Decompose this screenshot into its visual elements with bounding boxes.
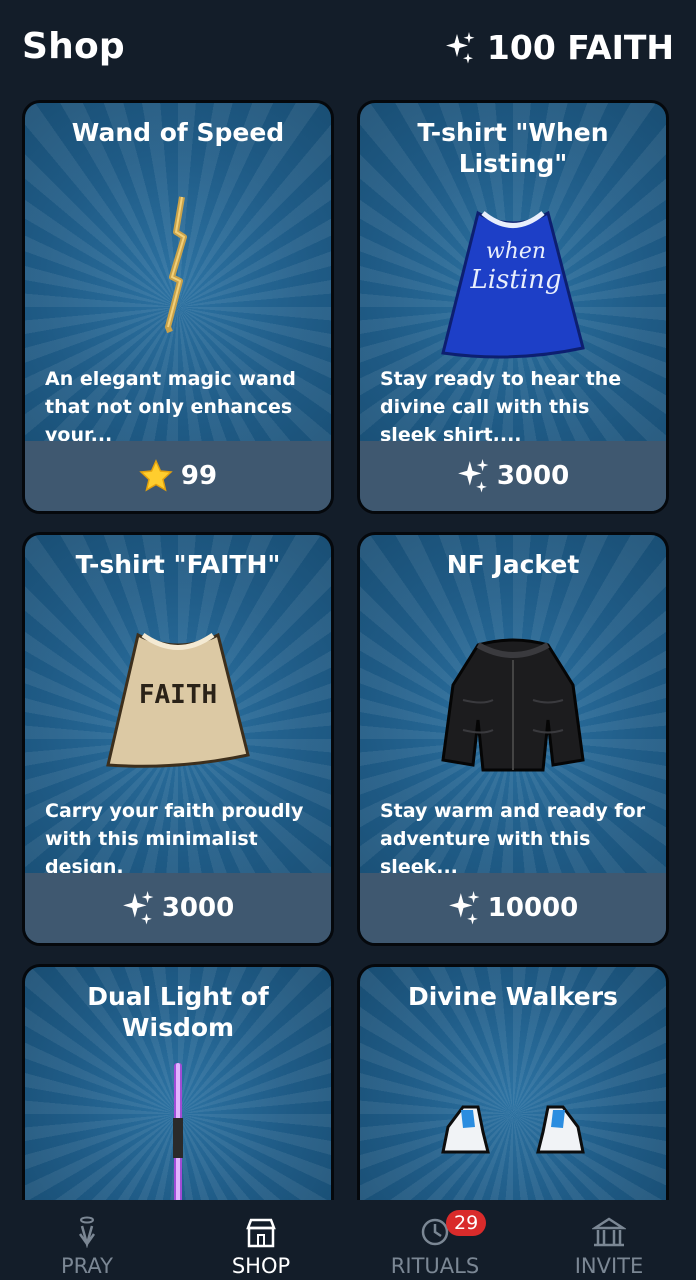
nav-label-rituals: RITUALS xyxy=(390,1254,480,1278)
svg-text:Listing: Listing xyxy=(469,265,561,295)
item-price[interactable]: 3000 xyxy=(25,873,331,943)
price-value: 3000 xyxy=(496,461,570,491)
pray-icon xyxy=(78,1216,96,1248)
item-name: Wand of Speed xyxy=(71,118,285,147)
shop-item-tshirt-when-listing[interactable]: T-shirt "When Listing" when Listing Stay… xyxy=(357,100,669,514)
item-description: Stay ready to hear the divine call with … xyxy=(380,368,622,446)
tshirt-faith-image: FAITH xyxy=(25,605,331,795)
tshirt-when-listing-image: when Listing xyxy=(360,203,666,363)
shop-item-tshirt-faith[interactable]: T-shirt "FAITH" FAITH Carry your faith p… xyxy=(22,532,334,946)
price-value: 3000 xyxy=(161,893,235,923)
page-title: Shop xyxy=(22,26,125,67)
shop-icon xyxy=(246,1218,276,1248)
item-price[interactable]: 99 xyxy=(25,441,331,511)
bottom-nav: PRAY SHOP 29 RITUALS INVITE xyxy=(0,1200,696,1280)
temple-icon xyxy=(592,1217,626,1247)
sparkle-icon xyxy=(457,459,489,493)
dual-light-image xyxy=(25,1063,331,1203)
item-name: T-shirt "FAITH" xyxy=(75,550,281,579)
rituals-badge: 29 xyxy=(446,1210,487,1236)
star-icon xyxy=(139,459,173,492)
walkers-image xyxy=(360,1077,666,1177)
sparkle-icon xyxy=(122,891,154,925)
nav-rituals[interactable]: 29 RITUALS xyxy=(348,1200,522,1280)
sparkle-icon xyxy=(445,31,475,63)
item-description: An elegant magic wand that not only enha… xyxy=(45,368,296,446)
nav-invite[interactable]: INVITE xyxy=(522,1200,696,1280)
faith-balance-label: 100 FAITH xyxy=(486,28,674,67)
price-value: 10000 xyxy=(487,893,579,923)
sparkle-icon xyxy=(448,891,480,925)
nav-pray[interactable]: PRAY xyxy=(0,1200,174,1280)
price-value: 99 xyxy=(180,461,218,491)
item-name: Dual Light of Wisdom xyxy=(87,982,269,1042)
item-price[interactable]: 10000 xyxy=(360,873,666,943)
item-name: NF Jacket xyxy=(446,550,580,579)
top-bar: Shop 100 FAITH xyxy=(0,0,696,100)
shop-item-nf-jacket[interactable]: NF Jacket Stay warm and ready for advent… xyxy=(357,532,669,946)
item-price[interactable]: 3000 xyxy=(360,441,666,511)
nav-label-invite: INVITE xyxy=(574,1254,644,1278)
faith-balance[interactable]: 100 FAITH xyxy=(445,28,674,67)
item-description: Stay warm and ready for adventure with t… xyxy=(380,800,646,878)
svg-text:when: when xyxy=(486,239,546,264)
nav-label-shop: SHOP xyxy=(231,1254,291,1278)
item-name: T-shirt "When Listing" xyxy=(417,118,609,178)
nav-shop[interactable]: SHOP xyxy=(174,1200,348,1280)
svg-text:FAITH: FAITH xyxy=(139,680,217,710)
item-description: Carry your faith proudly with this minim… xyxy=(45,800,304,878)
wand-image xyxy=(25,167,331,367)
jacket-image xyxy=(360,615,666,795)
item-name: Divine Walkers xyxy=(408,982,618,1011)
nav-label-pray: PRAY xyxy=(61,1254,113,1278)
shop-item-wand-of-speed[interactable]: Wand of Speed An elegant magic wand that… xyxy=(22,100,334,514)
